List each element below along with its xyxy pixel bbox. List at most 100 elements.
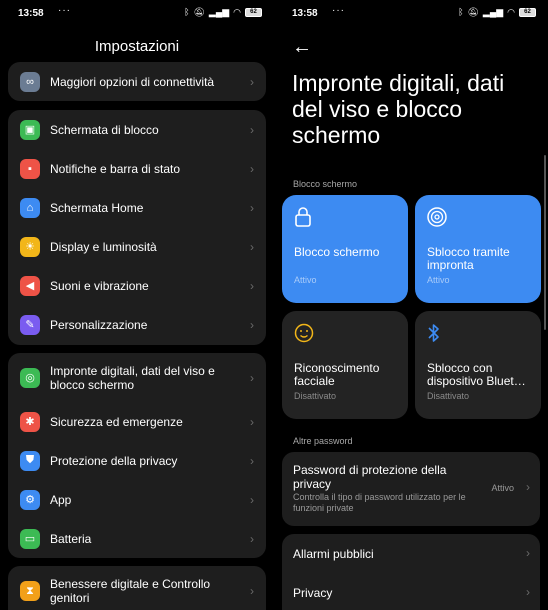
settings-item-home-screen[interactable]: ⌂ Schermata Home › [8,188,266,227]
home-icon: ⌂ [20,197,40,218]
page-title: Impostazioni [94,38,180,55]
settings-item-notifications[interactable]: ▪ Notifiche e barra di stato › [8,149,266,188]
mute-status-icon: 🔕︎ [467,7,479,17]
settings-item-apps[interactable]: ⚙ App › [8,480,266,519]
settings-item-label: Notifiche e barra di stato [50,161,181,176]
battery-status-icon: 62 [245,7,262,17]
signal-status-icon: ▂▄▆ [482,7,504,17]
lock-icon: ▣ [20,119,40,140]
settings-item-privacy-protection[interactable]: ⛊ Protezione della privacy › [8,441,266,480]
face-icon [294,323,314,348]
chevron-right-icon: › [526,546,530,560]
settings-item-label: Protezione della privacy [50,453,178,468]
settings-item-label: Sicurezza ed emergenze [50,414,183,429]
wifi-status-icon: ◠ [233,7,241,17]
privacy-item[interactable]: Privacy › [282,573,540,610]
status-time: 13:58 [292,8,318,19]
tile-fingerprint-unlock[interactable]: Sblocco tramite impronta Attivo [415,195,541,303]
back-arrow-icon[interactable]: ← [292,36,312,59]
settings-item-personalization[interactable]: ✎ Personalizzazione › [8,305,266,344]
section-header-other-passwords: Altre password [293,436,353,446]
settings-group-connectivity: ∞ Maggiori opzioni di connettività › [8,62,266,101]
chevron-right-icon: › [250,278,254,293]
shield-icon: ⛊ [20,450,40,471]
settings-item-label: Benessere digitale e Controllo genitori [50,577,211,605]
chevron-right-icon: › [526,480,530,494]
tile-bluetooth-unlock[interactable]: Sblocco con dispositivo Bluet… Disattiva… [415,311,541,419]
gear-icon: ⚙ [20,489,40,510]
chevron-right-icon: › [250,370,254,385]
status-bar: 13:58 ··· ᛒ 🔕︎ ▂▄▆ ◠ 62 [0,0,274,26]
privacy-password-subtitle: Controlla il tipo di password utilizzato… [293,492,466,513]
tile-label: Riconoscimento facciale [294,361,380,388]
link-icon: ∞ [20,71,40,92]
bluetooth-status-icon: ᛒ [458,7,464,17]
settings-item-battery[interactable]: ▭ Batteria › [8,519,266,558]
brush-icon: ✎ [20,314,40,335]
section-header-lock: Blocco schermo [293,179,358,189]
settings-item-connectivity[interactable]: ∞ Maggiori opzioni di connettività › [8,62,266,101]
public-alarms-label: Allarmi pubblici [293,547,374,561]
sun-icon: ☀ [20,236,40,257]
chevron-right-icon: › [250,74,254,89]
status-time: 13:58 [18,8,44,19]
tile-status: Disattivato [294,391,337,401]
settings-item-display[interactable]: ☀ Display e luminosità › [8,227,266,266]
privacy-label: Privacy [293,586,333,600]
page-title: Impronte digitali, dati del viso e blocc… [292,70,505,148]
bluetooth-icon [427,323,441,348]
chevron-right-icon: › [250,531,254,546]
settings-item-label: Schermata Home [50,200,144,215]
settings-item-label: Impronte digitali, dati del viso e blocc… [50,363,215,392]
settings-item-label: Schermata di blocco [50,122,159,137]
settings-item-label: Suoni e vibrazione [50,278,149,293]
settings-group-security: ◎ Impronte digitali, dati del viso e blo… [8,353,266,558]
tile-screen-lock[interactable]: Blocco schermo Attivo [282,195,408,303]
public-alarms-item[interactable]: Allarmi pubblici › [282,534,540,573]
notification-icon: ▪ [20,158,40,179]
privacy-password-status: Attivo [491,483,514,493]
chevron-right-icon: › [250,584,254,598]
settings-item-label: App [50,492,72,507]
battery-status-icon: 62 [519,7,536,17]
tile-face-recognition[interactable]: Riconoscimento facciale Disattivato [282,311,408,419]
settings-item-label: Maggiori opzioni di connettività [50,74,215,89]
settings-item-safety[interactable]: ✱ Sicurezza ed emergenze › [8,402,266,441]
settings-group-display: ▣ Schermata di blocco › ▪ Notifiche e ba… [8,110,266,345]
tile-status: Attivo [294,275,317,285]
tile-label: Blocco schermo [294,245,380,259]
chevron-right-icon: › [250,317,254,332]
settings-group-extra: Allarmi pubblici › Privacy › [282,534,540,610]
settings-item-fingerprint[interactable]: ◎ Impronte digitali, dati del viso e blo… [8,353,266,402]
bluetooth-status-icon: ᛒ [184,7,190,17]
settings-item-label: Personalizzazione [50,317,148,332]
settings-group-wellbeing: ⧗ Benessere digitale e Controllo genitor… [8,566,266,610]
chevron-right-icon: › [250,414,254,429]
privacy-password-item[interactable]: Password di protezione della privacy Con… [282,452,540,526]
hourglass-icon: ⧗ [20,581,40,601]
tile-status: Attivo [427,275,450,285]
settings-item-wellbeing[interactable]: ⧗ Benessere digitale e Controllo genitor… [8,566,266,610]
emergency-icon: ✱ [20,411,40,432]
scrollbar[interactable] [544,155,546,330]
tile-status: Disattivato [427,391,470,401]
chevron-right-icon: › [250,239,254,254]
status-more-icon: ··· [58,5,71,16]
mute-status-icon: 🔕︎ [193,7,205,17]
battery-icon: ▭ [20,528,40,549]
settings-item-label: Display e luminosità [50,239,157,254]
chevron-right-icon: › [250,492,254,507]
status-bar: 13:58 ··· ᛒ 🔕︎ ▂▄▆ ◠ 62 [274,0,548,26]
chevron-right-icon: › [250,453,254,468]
settings-item-label: Batteria [50,531,92,546]
settings-item-lock-screen[interactable]: ▣ Schermata di blocco › [8,110,266,149]
privacy-password-title: Password di protezione della privacy [293,463,447,491]
chevron-right-icon: › [526,585,530,599]
chevron-right-icon: › [250,122,254,137]
lock-icon [294,207,312,232]
settings-item-sound[interactable]: ◀ Suoni e vibrazione › [8,266,266,305]
tile-label: Sblocco tramite impronta [427,245,510,272]
fingerprint-settings-panel: 13:58 ··· ᛒ 🔕︎ ▂▄▆ ◠ 62 ← Impronte digit… [274,0,548,610]
chevron-right-icon: › [250,200,254,215]
tile-label: Sblocco con dispositivo Bluet… [427,361,526,388]
